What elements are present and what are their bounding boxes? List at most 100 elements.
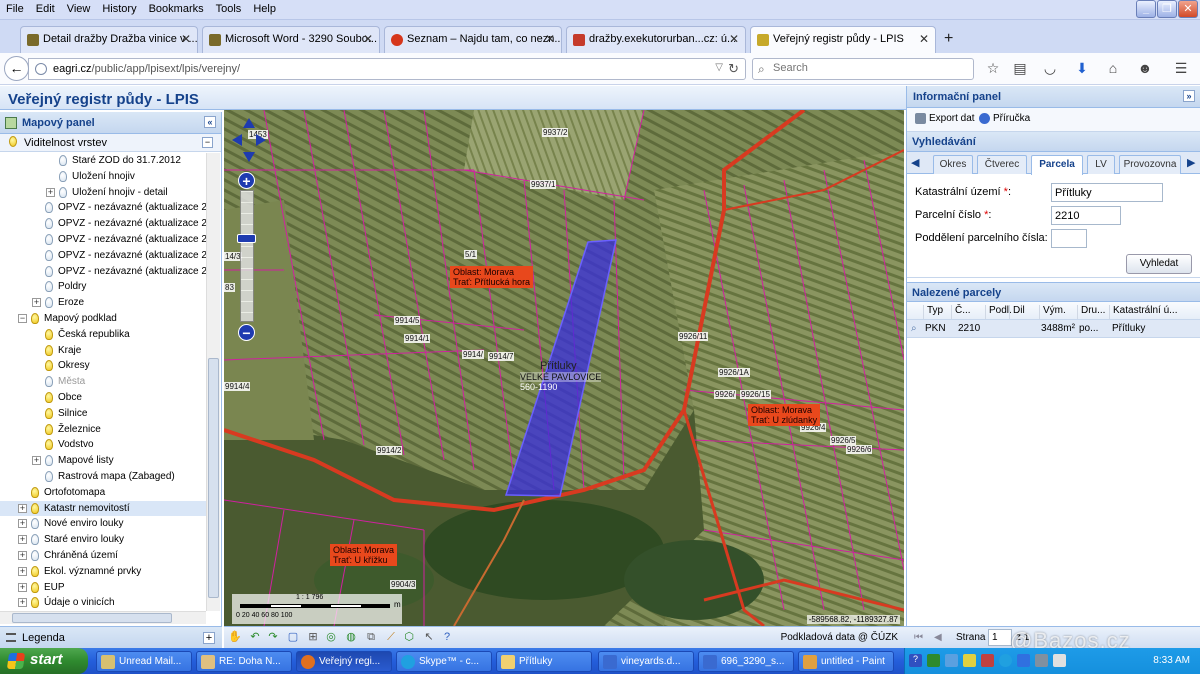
layer-tree-item[interactable]: + Mapové listy <box>0 453 206 469</box>
lightbulb-icon[interactable] <box>31 486 39 498</box>
url-bar[interactable]: eagri.cz/public/app/lpisext/lpis/verejny… <box>28 58 746 80</box>
layer-tree-item[interactable]: OPVZ - nezávazné (aktualizace 20 <box>0 264 206 280</box>
lightbulb-icon[interactable] <box>31 597 39 609</box>
tab-lv[interactable]: LV <box>1087 155 1115 174</box>
layer-tree-item[interactable]: Uložení hnojiv <box>0 169 206 185</box>
zoom-in-icon[interactable]: + <box>238 172 255 189</box>
tab-okres[interactable]: Okres <box>933 155 973 174</box>
tabs-scroll-right-icon[interactable]: ▶ <box>1187 156 1195 169</box>
layer-tree-item[interactable]: + Uložení hnojiv - detail <box>0 185 206 201</box>
browser-tab-lpis[interactable]: Veřejný registr půdy - LPIS ✕ <box>750 26 936 53</box>
menu-edit[interactable]: Edit <box>30 0 61 15</box>
layer-tree-item[interactable]: Staré ZOD do 31.7.2012 <box>0 153 206 169</box>
full-extent-icon[interactable]: ◎ <box>324 630 338 644</box>
expand-node-icon[interactable]: + <box>18 550 27 560</box>
tab-ctverec[interactable]: Čtverec <box>977 155 1027 174</box>
help-tray-icon[interactable]: ? <box>909 654 922 667</box>
lightbulb-icon[interactable] <box>59 170 67 182</box>
zoom-to-parcel-icon[interactable]: ⌕ <box>911 323 917 334</box>
lightbulb-icon[interactable] <box>59 186 67 198</box>
measure-area-icon[interactable]: ⬡ <box>402 630 416 644</box>
cadastral-area-input[interactable] <box>1051 183 1163 202</box>
browser-tab-seznam[interactable]: Seznam – Najdu tam, co nezn... ✕ <box>384 26 562 53</box>
pan-hand-icon[interactable]: ✋ <box>228 630 242 644</box>
layer-tree-item[interactable]: OPVZ - nezávazné (aktualizace 20 <box>0 248 206 264</box>
scrollbar-thumb[interactable] <box>12 613 172 623</box>
close-tab-icon[interactable]: ✕ <box>545 32 555 46</box>
taskbar-item-re-doha[interactable]: RE: Doha N... <box>196 651 292 672</box>
layer-tree-item[interactable]: + Katastr nemovitostí <box>0 500 206 517</box>
layer-tree-item[interactable]: Obce <box>0 390 206 406</box>
layer-tree-item[interactable]: + Staré enviro louky <box>0 532 206 548</box>
home-icon[interactable]: ⌂ <box>1104 60 1122 78</box>
collapse-left-icon[interactable]: « <box>204 116 216 128</box>
lightbulb-icon[interactable] <box>45 281 53 293</box>
lightbulb-icon[interactable] <box>45 439 53 451</box>
network-icon[interactable] <box>945 654 958 667</box>
layer-tree-item[interactable]: + Údaje o vinicích <box>0 595 206 611</box>
browser-tab-word[interactable]: Microsoft Word - 3290 Soubo... ✕ <box>202 26 380 53</box>
lightbulb-icon[interactable] <box>31 534 39 546</box>
menu-file[interactable]: File <box>0 0 30 15</box>
layer-tree-item[interactable]: + Chráněná území <box>0 548 206 564</box>
tray-icon[interactable] <box>1053 654 1066 667</box>
pan-up-icon[interactable] <box>243 118 255 128</box>
minimize-icon[interactable]: _ <box>1136 0 1156 18</box>
layer-tree-item[interactable]: − Mapový podklad <box>0 311 206 327</box>
layer-tree-item[interactable]: Okresy <box>0 358 206 374</box>
expand-node-icon[interactable]: + <box>18 519 27 529</box>
menu-tools[interactable]: Tools <box>210 0 248 15</box>
expand-node-icon[interactable]: + <box>18 566 27 576</box>
page-number-input[interactable] <box>988 629 1012 646</box>
lightbulb-icon[interactable] <box>45 360 53 372</box>
zoom-out-icon[interactable]: − <box>238 324 255 341</box>
tray-icon[interactable] <box>963 654 976 667</box>
taskbar-item-folder[interactable]: Přítluky <box>496 651 592 672</box>
export-data-button[interactable]: Export dat <box>929 113 975 124</box>
tab-parcela[interactable]: Parcela <box>1031 155 1083 175</box>
layer-tree-item[interactable]: Vodstvo <box>0 437 206 453</box>
pan-right-icon[interactable] <box>256 134 266 146</box>
collapse-right-icon[interactable]: » <box>1183 90 1195 102</box>
lightbulb-icon[interactable] <box>45 328 53 340</box>
lightbulb-icon[interactable] <box>59 155 67 166</box>
zoom-previous-icon[interactable]: ↶ <box>248 630 262 644</box>
map-view[interactable]: 9937/2 9937/1 9914/5 9914/7 9914/ 9914/4… <box>224 110 904 626</box>
layer-tree-item[interactable]: + Ekol. významné prvky <box>0 564 206 580</box>
layer-tree-item[interactable]: Poldry <box>0 279 206 295</box>
lightbulb-icon[interactable] <box>45 233 53 245</box>
lightbulb-icon[interactable] <box>31 581 39 593</box>
column-header[interactable]: Typ <box>923 305 951 319</box>
antivirus-icon[interactable] <box>981 654 994 667</box>
scrollbar-thumb[interactable] <box>208 358 219 598</box>
search-input[interactable] <box>773 62 963 74</box>
expand-node-icon[interactable]: + <box>18 598 27 608</box>
select-arrow-icon[interactable]: ↖ <box>422 630 436 644</box>
lightbulb-icon[interactable] <box>45 218 53 230</box>
lightbulb-icon[interactable] <box>45 423 53 435</box>
layers-icon[interactable]: ⧉ <box>364 630 378 644</box>
reload-icon[interactable]: ↻ <box>728 61 739 77</box>
lightbulb-icon[interactable] <box>31 312 39 324</box>
hamburger-menu-icon[interactable]: ☰ <box>1172 60 1190 78</box>
help-icon[interactable]: ? <box>440 630 454 644</box>
close-tab-icon[interactable]: ✕ <box>181 32 191 46</box>
column-header[interactable]: Podl. <box>985 305 1012 319</box>
close-tab-icon[interactable]: ✕ <box>729 32 739 46</box>
lightbulb-icon[interactable] <box>45 202 53 214</box>
start-button[interactable]: start <box>0 648 88 674</box>
taskbar-item-firefox[interactable]: Veřejný regi... <box>296 651 392 672</box>
layer-tree-item[interactable]: OPVZ - nezávazné (aktualizace 20 <box>0 216 206 232</box>
globe-tool-icon[interactable]: ◍ <box>344 630 358 644</box>
layer-tree-item[interactable]: Železnice <box>0 422 206 438</box>
taskbar-item-paint[interactable]: untitled - Paint <box>798 651 894 672</box>
search-box[interactable]: ⌕ <box>752 58 974 80</box>
column-header[interactable]: Č... <box>951 305 985 319</box>
collapse-node-icon[interactable]: − <box>18 313 27 323</box>
tree-horizontal-scrollbar[interactable] <box>0 611 206 624</box>
layer-tree-item[interactable]: + Eroze <box>0 295 206 311</box>
layer-tree-item[interactable]: OPVZ - nezávazné (aktualizace 20 <box>0 200 206 216</box>
column-header[interactable]: Dru... <box>1077 305 1109 319</box>
lightbulb-icon[interactable] <box>45 376 53 388</box>
first-page-icon[interactable]: ⏮ <box>914 632 923 643</box>
